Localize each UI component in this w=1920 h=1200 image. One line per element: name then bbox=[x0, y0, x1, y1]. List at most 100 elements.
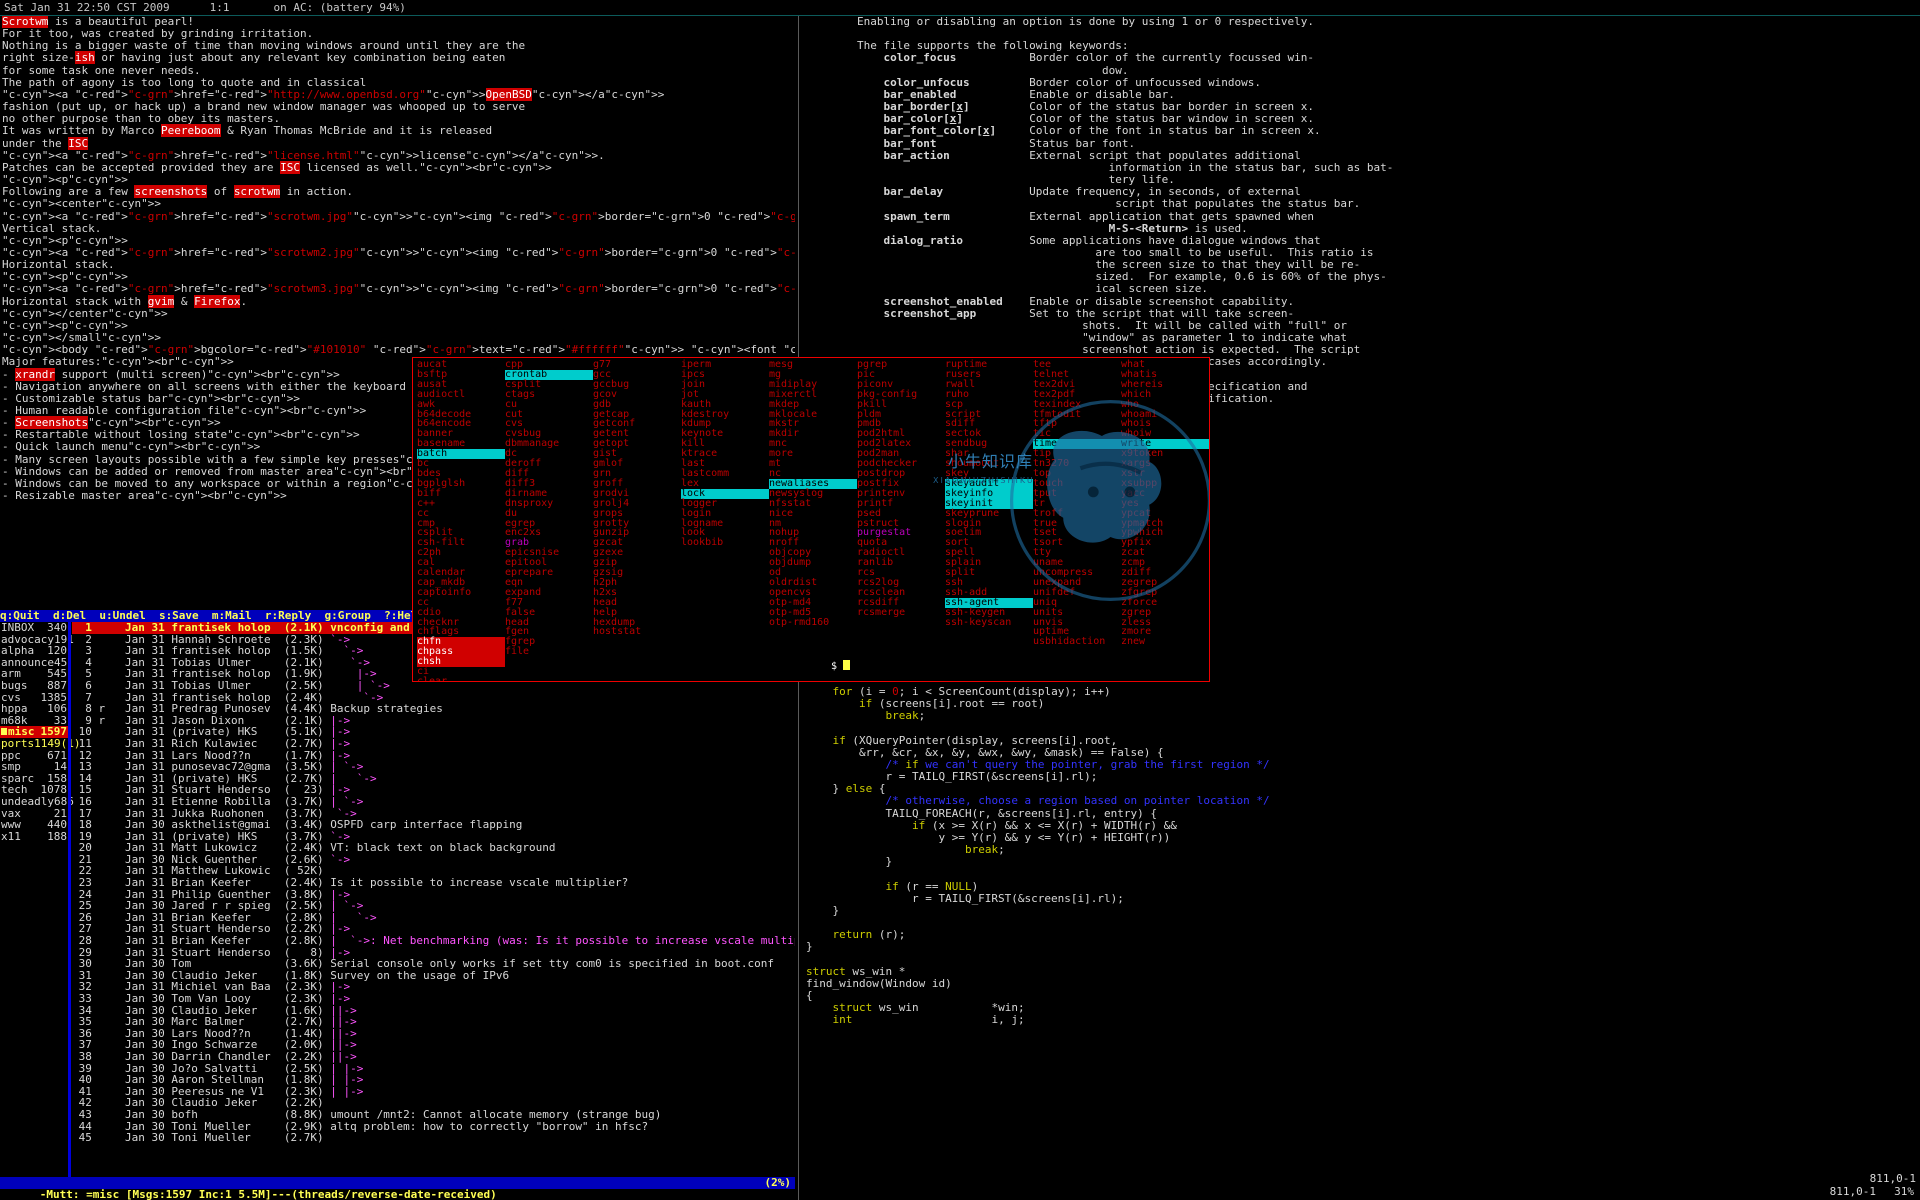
code-line: break; bbox=[964, 843, 1005, 857]
command-item[interactable]: more bbox=[769, 449, 857, 459]
mutt-message-row[interactable]: 16 Jan 31 Etienne Robilla (3.7K) | `-> bbox=[72, 796, 795, 808]
man-entry: color_focus Border color of the currentl… bbox=[883, 51, 1314, 65]
man-entry: bar_font_color[x] Color of the font in s… bbox=[883, 124, 1321, 138]
code-scroll-percent: 31% bbox=[1894, 1185, 1914, 1198]
command-column: iperm ipcs join jot kauth kdestroy kdump keynot… bbox=[681, 360, 769, 681]
mutt-folder-item[interactable]: www 440 bbox=[0, 819, 68, 831]
command-item[interactable]: cc bbox=[417, 508, 505, 519]
command-item[interactable]: ypcat bbox=[1121, 508, 1209, 519]
man-entry-cont: M-S-<Return> is used. bbox=[1108, 221, 1248, 235]
code-window[interactable]: for (i = 0; i < ScreenCount(display); i+… bbox=[798, 682, 1920, 1200]
man-keyword: screenshot_enabled bbox=[883, 294, 1003, 308]
code-line: struct ws_win * bbox=[806, 964, 906, 978]
command-column: what whatis whereis which who whoami whois whoi… bbox=[1121, 360, 1209, 681]
command-item[interactable]: mt bbox=[769, 459, 857, 469]
code-line: if (XQueryPointer(display, screens[i].ro… bbox=[832, 733, 1118, 747]
mutt-thread-arrow: | |-> bbox=[330, 1084, 364, 1098]
command-item[interactable]: login bbox=[681, 508, 769, 519]
command-column: tee telnet tex2dvi tex2pdf texindex tfmtodit t… bbox=[1033, 360, 1121, 681]
mutt-folder-item[interactable]: ports 1149(1) bbox=[0, 738, 80, 750]
command-item[interactable]: file bbox=[505, 647, 593, 657]
code-line: /* otherwise, choose a region based on p… bbox=[885, 794, 1270, 808]
mutt-folder-item[interactable]: undeadly 686 bbox=[0, 794, 74, 808]
command-list-window[interactable]: aucat bsftp ausat audioctl awk b64decode b64en… bbox=[412, 357, 1210, 682]
command-item[interactable]: hoststat bbox=[593, 627, 681, 637]
mutt-folder-name: INBOX bbox=[1, 622, 35, 634]
mutt-sidebar-divider bbox=[68, 622, 71, 1177]
editor-line: right size-ish or having just about any … bbox=[2, 51, 506, 65]
watermark-text-en: XIAONIUZHISHIKU bbox=[933, 476, 1035, 485]
command-item[interactable]: du bbox=[505, 508, 593, 519]
command-item[interactable]: dbmmanage bbox=[505, 439, 593, 449]
command-item[interactable]: captoinfo bbox=[417, 587, 505, 598]
mutt-message-row[interactable]: 13 Jan 31 punosevac72@gma (3.5K) | `-> bbox=[72, 761, 795, 773]
mutt-message-row[interactable]: 11 Jan 31 Rich Kulawiec (2.7K) |-> bbox=[72, 738, 795, 750]
mutt-folder-item[interactable]: INBOX 340 bbox=[0, 622, 68, 634]
command-item[interactable]: znew bbox=[1121, 637, 1209, 647]
command-columns: aucat bsftp ausat audioctl awk b64decode b64en… bbox=[413, 358, 1209, 681]
command-item-highlight[interactable]: chsh bbox=[417, 657, 505, 668]
command-item[interactable]: psed bbox=[857, 508, 945, 519]
mutt-message-row[interactable]: 23 Jan 31 Brian Keefer (2.4K) Is it poss… bbox=[72, 877, 795, 889]
man-line: Enabling or disabling an option is done … bbox=[804, 16, 1314, 28]
man-keyword: bar_delay bbox=[883, 185, 944, 199]
mutt-folder-item[interactable]: x11 188 bbox=[0, 831, 68, 843]
mutt-message-row[interactable]: 40 Jan 30 Aaron Stellman (1.8K) | |-> bbox=[72, 1074, 795, 1086]
command-item[interactable]: troff bbox=[1033, 508, 1121, 519]
command-column: aucat bsftp ausat audioctl awk b64decode b64en… bbox=[417, 360, 505, 681]
command-item[interactable]: otp-rmd160 bbox=[769, 617, 857, 628]
command-item[interactable]: lookbib bbox=[681, 538, 769, 548]
code-line: TAILQ_FOREACH(r, &screens[i].rl, entry) … bbox=[806, 806, 1157, 820]
command-item[interactable]: skeyprune bbox=[945, 508, 1033, 519]
mutt-message-row[interactable]: 38 Jan 30 Darrin Chandler (2.2K) ||-> bbox=[72, 1051, 795, 1063]
command-item-highlight[interactable]: batch bbox=[417, 449, 505, 460]
mutt-thread-arrow: | `->: Net benchmarking (was: Is it poss… bbox=[330, 934, 795, 948]
mutt-window[interactable]: q:Quit d:Del u:Undel s:Save m:Mail r:Rep… bbox=[0, 610, 795, 1200]
mutt-folder-name: x11 bbox=[1, 829, 21, 843]
status-power: on AC: (battery 94%) bbox=[273, 1, 406, 14]
mutt-folder-count: 440 bbox=[47, 818, 67, 832]
code-line: r = TAILQ_FIRST(&screens[i].rl); bbox=[806, 770, 1098, 784]
mutt-folder-name: bugs bbox=[1, 678, 28, 692]
command-item[interactable]: dnsproxy bbox=[505, 498, 593, 509]
mutt-message-row[interactable]: 18 Jan 30 askthelist@gmai (3.4K) OSPFD c… bbox=[72, 819, 795, 831]
mutt-folder-item[interactable]: smp 14 bbox=[0, 761, 68, 773]
mutt-folder-name: www bbox=[1, 818, 21, 832]
mutt-message-list[interactable]: 1 Jan 31 frantisek holop (2.1K) vnconfig… bbox=[72, 622, 795, 1144]
command-item[interactable]: c++ bbox=[417, 498, 505, 509]
man-keyword: spawn_term bbox=[883, 209, 950, 223]
mutt-message-row[interactable]: 8 r Jan 31 Predrag Punosev (4.4K) Backup… bbox=[72, 703, 795, 715]
command-item[interactable]: ctags bbox=[505, 389, 593, 400]
status-ratio: 1:1 bbox=[209, 1, 230, 14]
command-item[interactable]: usbhidaction bbox=[1033, 637, 1121, 647]
command-item[interactable]: tput bbox=[1033, 488, 1121, 499]
code-line-col: 811,0-1 bbox=[1869, 1172, 1916, 1185]
mutt-folder-name: undeadly bbox=[1, 794, 54, 808]
code-line: if (r == NULL) bbox=[885, 879, 979, 893]
command-item[interactable]: mesg bbox=[769, 360, 857, 370]
command-item[interactable]: rcsmerge bbox=[857, 607, 945, 618]
code-line: } bbox=[806, 855, 893, 869]
mutt-message-row[interactable]: 43 Jan 30 bofh (8.8K) umount /mnt2: Cann… bbox=[72, 1109, 795, 1121]
mutt-message-row[interactable]: 45 Jan 30 Toni Mueller (2.7K) bbox=[72, 1132, 795, 1144]
command-column: mesg mg midiplay mixerctl mkdep mklocale mkstr… bbox=[769, 360, 857, 681]
mutt-message-row[interactable]: 28 Jan 31 Brian Keefer (2.8K) | `->: Net… bbox=[72, 935, 795, 947]
command-item[interactable]: grops bbox=[593, 508, 681, 519]
mutt-folder-sidebar[interactable]: INBOX 340 advocacy 191 alpha 120 announce 45 arm… bbox=[0, 622, 80, 843]
man-keyword: bar_action bbox=[883, 148, 950, 162]
mutt-message-row[interactable]: 33 Jan 30 Tom Van Looy (2.3K) |-> bbox=[72, 993, 795, 1005]
code-text: for (i = 0; i < ScreenCount(display); i+… bbox=[798, 682, 1920, 1026]
command-item[interactable]: objdump bbox=[769, 558, 857, 568]
command-item[interactable]: clear bbox=[417, 677, 505, 681]
command-column: pgrep pic piconv pkg-config pkill pldm pmdb pod… bbox=[857, 360, 945, 681]
mutt-folder-name: smp bbox=[1, 760, 21, 774]
code-line: break; bbox=[885, 709, 926, 723]
command-item[interactable]: nice bbox=[769, 508, 857, 519]
mutt-folder-item[interactable]: bugs 887 bbox=[0, 680, 68, 692]
desktop-root: Sat Jan 31 22:50 CST 2009 1:1 on AC: (ba… bbox=[0, 0, 1920, 1200]
mutt-folder-item[interactable]: hppa 106 bbox=[0, 703, 68, 715]
editor-line: Vertical stack. bbox=[2, 221, 102, 235]
command-item[interactable]: ssh-keyscan bbox=[945, 617, 1033, 628]
